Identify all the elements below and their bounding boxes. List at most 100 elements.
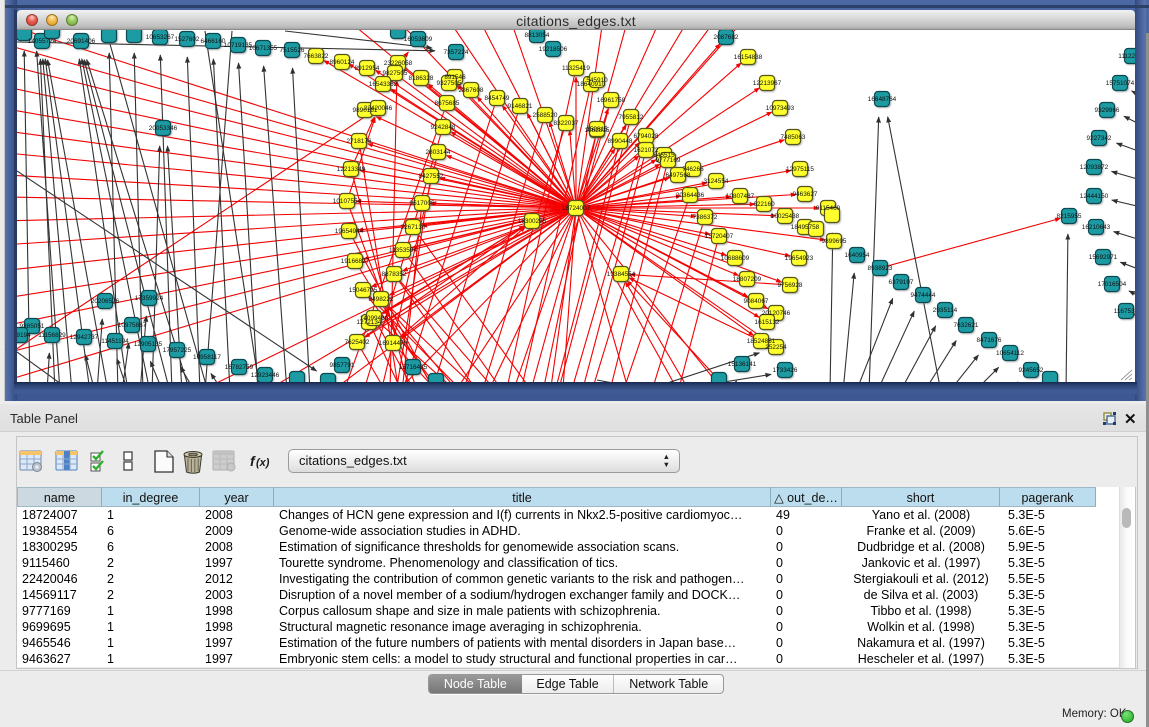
svg-text:14055724: 14055724	[28, 38, 57, 45]
svg-text:10025438: 10025438	[771, 213, 800, 220]
svg-text:2867608: 2867608	[459, 87, 484, 94]
svg-text:8454749: 8454749	[485, 95, 510, 102]
svg-text:10807487: 10807487	[726, 193, 755, 200]
svg-text:1733426: 1733426	[773, 367, 798, 374]
svg-text:15692971: 15692971	[1089, 254, 1118, 261]
svg-text:16914479: 16914479	[379, 340, 408, 347]
svg-text:8813054: 8813054	[525, 32, 550, 39]
svg-text:12942737: 12942737	[70, 334, 99, 341]
svg-text:7515526: 7515526	[280, 47, 305, 54]
svg-text:9857791: 9857791	[330, 362, 355, 369]
svg-text:14099489: 14099489	[360, 315, 389, 322]
svg-text:20206526: 20206526	[91, 298, 120, 305]
svg-text:6466160: 6466160	[201, 38, 226, 45]
svg-text:11325419: 11325419	[562, 65, 590, 72]
svg-text:15751074: 15751074	[1106, 80, 1135, 87]
svg-text:7485063: 7485063	[781, 134, 806, 141]
svg-text:12213349: 12213349	[337, 166, 366, 173]
svg-text:17016504: 17016504	[1098, 281, 1127, 288]
svg-text:19654923: 19654923	[785, 255, 814, 262]
svg-text:9242848: 9242848	[431, 124, 456, 131]
svg-text:7955812: 7955812	[619, 114, 644, 121]
svg-text:11353594: 11353594	[389, 247, 417, 254]
svg-text:8427552: 8427552	[419, 173, 444, 180]
svg-text:8498222: 8498222	[369, 296, 394, 303]
svg-text:7386372: 7386372	[693, 214, 718, 221]
svg-text:2588520: 2588520	[533, 112, 558, 119]
svg-text:10671355: 10671355	[249, 45, 278, 52]
svg-text:9146821: 9146821	[508, 103, 533, 110]
svg-text:17359924: 17359924	[135, 295, 164, 302]
svg-text:9474444: 9474444	[911, 292, 936, 299]
svg-text:6497568: 6497568	[666, 172, 691, 179]
svg-text:12213967: 12213967	[753, 80, 782, 87]
svg-text:6794028: 6794028	[634, 133, 659, 140]
svg-text:10653267: 10653267	[146, 34, 175, 41]
svg-text:15136141: 15136141	[728, 361, 757, 368]
svg-text:8960124: 8960124	[330, 59, 355, 66]
svg-text:7632621: 7632621	[954, 322, 979, 329]
svg-text:9084067: 9084067	[744, 298, 769, 305]
svg-text:12093872: 12093872	[1080, 164, 1109, 171]
svg-text:2087682: 2087682	[714, 34, 739, 41]
svg-text:6379197: 6379197	[889, 279, 914, 286]
svg-text:9327505: 9327505	[437, 80, 462, 87]
svg-text:159615: 159615	[586, 126, 608, 133]
svg-text:7663822: 7663822	[304, 53, 329, 60]
svg-text:8990448: 8990448	[608, 138, 633, 145]
svg-text:16210643: 16210643	[1082, 224, 1111, 231]
svg-text:11156829: 11156829	[38, 332, 66, 339]
svg-text:545910: 545910	[586, 77, 608, 84]
svg-text:8186328: 8186328	[409, 75, 434, 82]
svg-text:10107554: 10107554	[333, 198, 362, 205]
svg-text:18807209: 18807209	[733, 276, 762, 283]
svg-text:18724007: 18724007	[562, 205, 591, 212]
svg-text:8322037: 8322037	[554, 120, 579, 127]
svg-text:1640954: 1640954	[845, 252, 870, 259]
svg-text:622160: 622160	[753, 201, 775, 208]
svg-text:17957225: 17957225	[163, 347, 192, 354]
svg-text:22420046: 22420046	[364, 105, 393, 112]
svg-text:2803144: 2803144	[426, 149, 451, 156]
svg-text:2935114: 2935114	[933, 307, 958, 314]
svg-text:9827505: 9827505	[383, 70, 408, 77]
svg-text:11451194: 11451194	[101, 338, 129, 345]
svg-text:10973493: 10973493	[766, 105, 795, 112]
svg-text:8675685: 8675685	[435, 100, 460, 107]
svg-text:11122063: 11122063	[1118, 53, 1135, 60]
svg-text:939194: 939194	[17, 332, 31, 339]
svg-text:19654944: 19654944	[335, 228, 364, 235]
svg-text:9777169: 9777169	[656, 157, 681, 164]
svg-text:16543362: 16543362	[369, 81, 398, 88]
svg-text:9115460: 9115460	[816, 205, 841, 212]
svg-text:16648764: 16648764	[868, 96, 897, 103]
svg-text:9463627: 9463627	[793, 191, 818, 198]
svg-text:10975867: 10975867	[118, 322, 147, 329]
svg-text:10688609: 10688609	[721, 255, 750, 262]
svg-text:19166827: 19166827	[341, 258, 370, 265]
svg-text:23226058: 23226058	[384, 60, 413, 67]
svg-text:1167533: 1167533	[1114, 308, 1135, 315]
svg-text:3124554: 3124554	[704, 178, 729, 185]
svg-text:1615132: 1615132	[755, 319, 780, 326]
svg-text:9227342: 9227342	[1087, 135, 1112, 142]
svg-text:8471676: 8471676	[977, 337, 1002, 344]
svg-text:12905135: 12905135	[134, 341, 163, 348]
svg-text:19218506: 19218506	[539, 46, 568, 53]
svg-text:252254: 252254	[765, 344, 787, 351]
svg-text:9899695: 9899695	[822, 238, 847, 245]
svg-text:16961758: 16961758	[597, 97, 626, 104]
svg-text:15716485: 15716485	[399, 364, 428, 371]
svg-text:7625402: 7625402	[345, 339, 370, 346]
svg-text:8912954: 8912954	[355, 65, 380, 72]
svg-text:15046795: 15046795	[349, 287, 378, 294]
svg-text:16782759: 16782759	[225, 364, 254, 371]
svg-text:8938923: 8938923	[868, 265, 893, 272]
svg-text:12444150: 12444150	[1080, 193, 1109, 200]
svg-text:9329966: 9329966	[1095, 107, 1120, 114]
svg-text:20691406: 20691406	[67, 38, 96, 45]
svg-text:10654112: 10654112	[996, 350, 1024, 357]
svg-text:16154838: 16154838	[734, 54, 763, 61]
svg-text:20364436: 20364436	[676, 192, 705, 199]
svg-text:9385051: 9385051	[20, 323, 45, 330]
